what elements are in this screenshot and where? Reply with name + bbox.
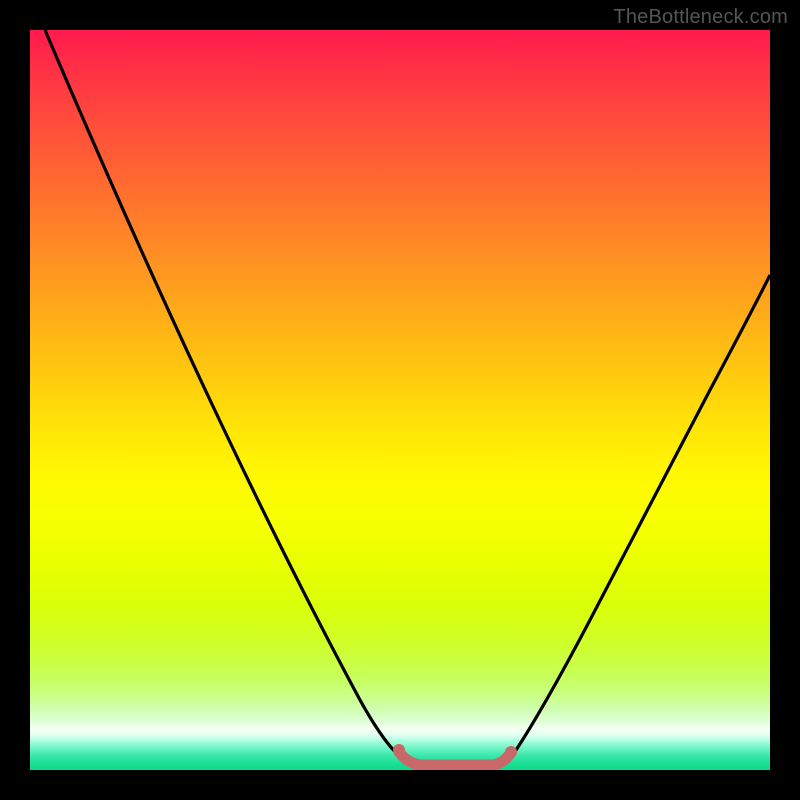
plot-area (30, 30, 770, 770)
chart-svg (30, 30, 770, 770)
optimal-start-dot (393, 744, 405, 756)
bottleneck-curve (45, 30, 770, 765)
optimal-zone-marker (399, 752, 510, 765)
optimal-end-dot (505, 746, 517, 758)
watermark-text: TheBottleneck.com (613, 6, 788, 29)
